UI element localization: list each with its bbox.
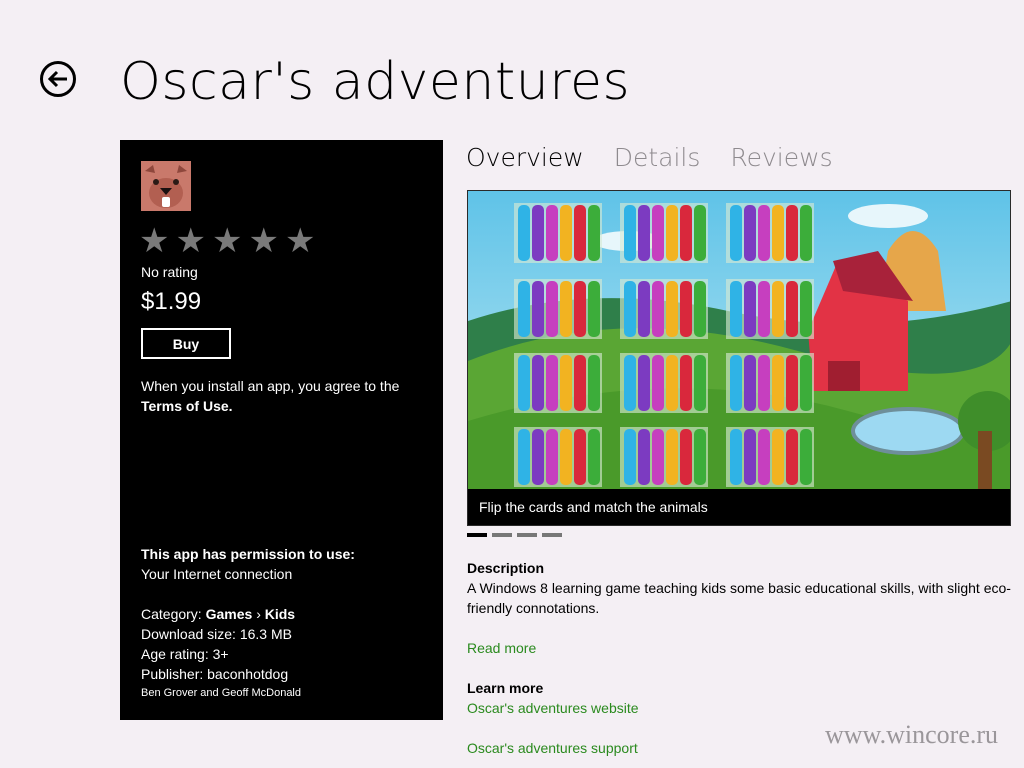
app-info-panel: ★ ★ ★ ★ ★ No rating $1.99 Buy When you i…: [120, 140, 443, 720]
tab-details[interactable]: Details: [614, 143, 701, 172]
category: Category: Games › Kids: [141, 606, 296, 622]
credits: Ben Grover and Geoff McDonald: [141, 687, 301, 699]
permission-title: This app has permission to use:: [141, 546, 355, 562]
star-icon: ★: [284, 222, 316, 260]
chevron-right-icon: ›: [256, 606, 261, 622]
screenshot-pager: [467, 533, 562, 537]
pager-dot[interactable]: [492, 533, 512, 537]
learn-more-heading: Learn more: [467, 680, 544, 696]
pager-dot[interactable]: [542, 533, 562, 537]
app-icon: [141, 161, 191, 211]
page-title: Oscar's adventures: [120, 52, 631, 112]
star-icon: ★: [248, 222, 279, 260]
age-rating: Age rating: 3+: [141, 646, 229, 662]
download-size: Download size: 16.3 MB: [141, 626, 292, 642]
publisher: Publisher: baconhotdog: [141, 666, 289, 682]
price: $1.99: [141, 288, 202, 315]
tab-overview[interactable]: Overview: [466, 143, 584, 172]
star-icon: ★: [211, 222, 243, 260]
agreement-text: When you install an app, you agree to th…: [141, 378, 400, 414]
screenshot-caption: Flip the cards and match the animals: [468, 489, 1010, 525]
back-button[interactable]: [40, 61, 76, 97]
rating-text: No rating: [141, 264, 198, 280]
game-scene-image: [468, 191, 1010, 491]
star-icon: ★: [139, 222, 170, 260]
permission-item: Your Internet connection: [141, 566, 293, 582]
category-link[interactable]: Games: [206, 606, 253, 622]
rating-stars: ★ ★ ★ ★ ★: [139, 224, 315, 258]
tab-reviews[interactable]: Reviews: [730, 143, 832, 172]
star-icon: ★: [175, 222, 206, 260]
terms-of-use-link[interactable]: Terms of Use.: [141, 398, 233, 414]
app-screenshot[interactable]: Flip the cards and match the animals: [467, 190, 1011, 526]
read-more-link[interactable]: Read more: [467, 640, 536, 656]
watermark: www.wincore.ru: [825, 720, 999, 749]
description-text: A Windows 8 learning game teaching kids …: [467, 580, 1011, 616]
buy-button[interactable]: Buy: [141, 328, 231, 359]
subcategory-link[interactable]: Kids: [265, 606, 295, 622]
arrow-left-icon: [47, 70, 67, 88]
website-link[interactable]: Oscar's adventures website: [467, 700, 639, 716]
pager-dot[interactable]: [517, 533, 537, 537]
pager-dot[interactable]: [467, 533, 487, 537]
support-link[interactable]: Oscar's adventures support: [467, 740, 638, 756]
tab-bar: Overview Details Reviews: [466, 143, 833, 172]
description-heading: Description: [467, 560, 545, 576]
